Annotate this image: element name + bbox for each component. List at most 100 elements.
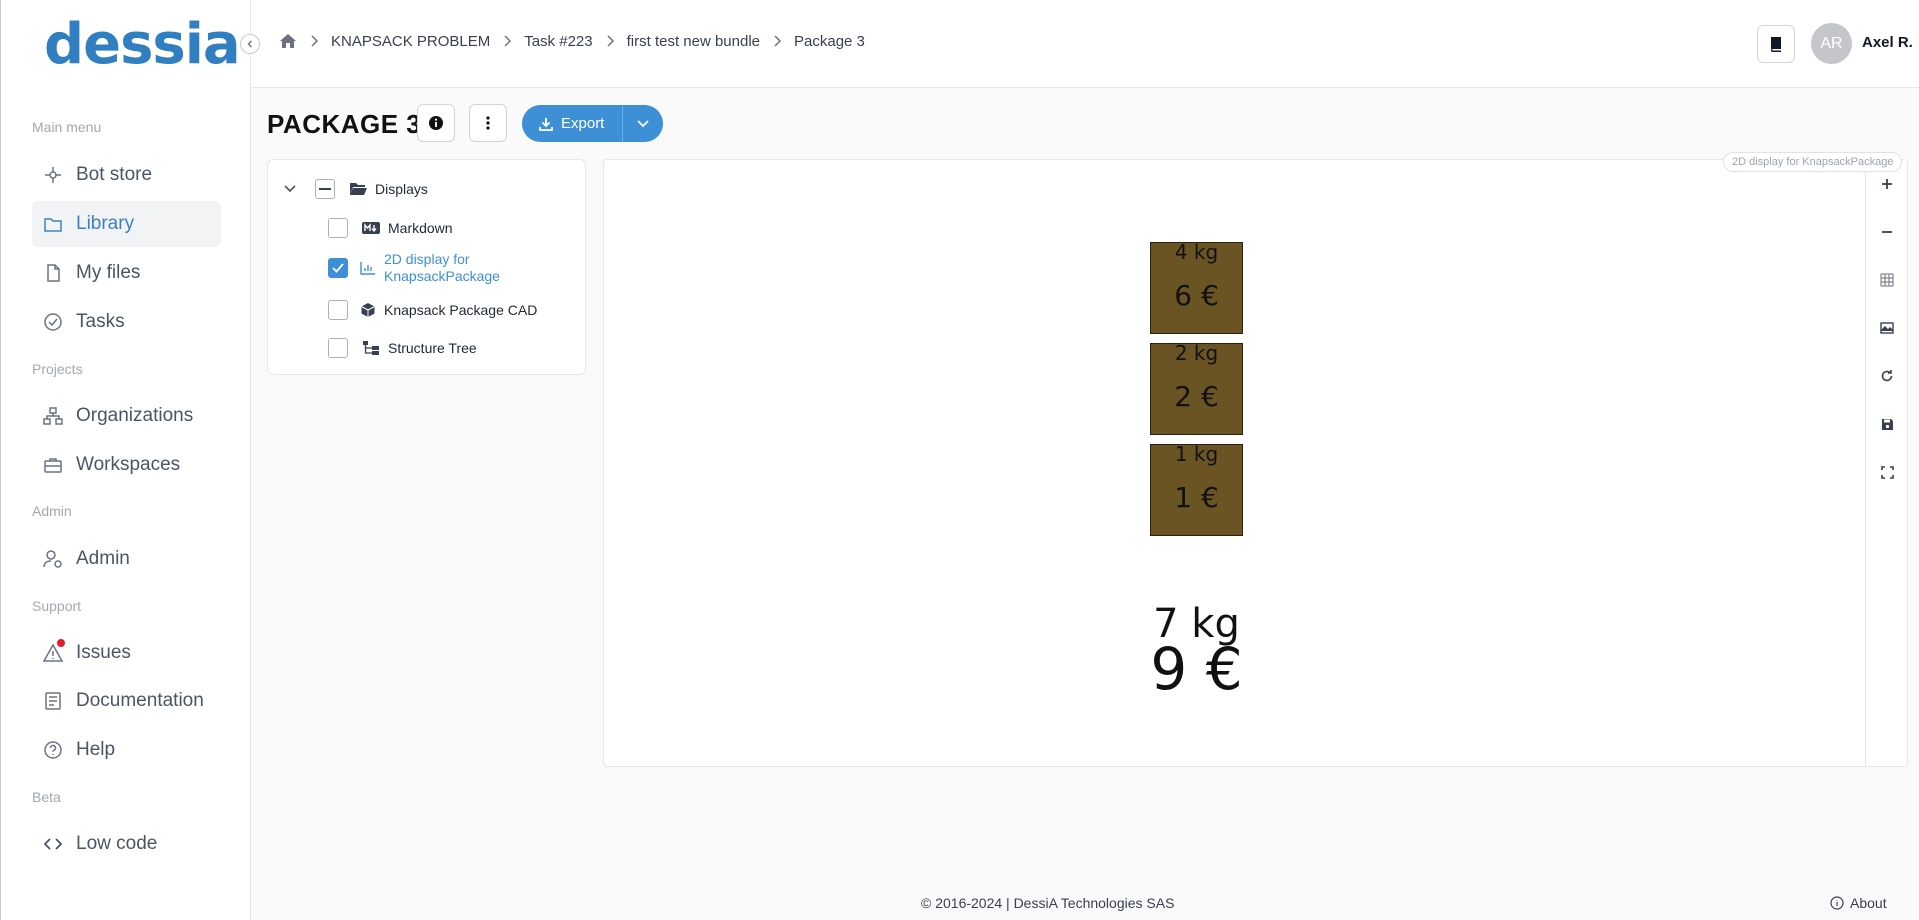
sidebar-item-help[interactable]: Help bbox=[32, 727, 221, 773]
tree-root-label: Displays bbox=[375, 181, 428, 197]
2d-display-canvas[interactable]: 4 kg 6 € 2 kg 2 € 1 kg 1 € 7 kg 9 € bbox=[603, 159, 1908, 767]
cad-checkbox[interactable] bbox=[328, 300, 348, 320]
more-vertical-icon bbox=[486, 116, 490, 130]
info-button[interactable] bbox=[417, 104, 455, 142]
sidebar-item-label: Tasks bbox=[76, 311, 125, 332]
sidebar-item-label: Bot store bbox=[76, 164, 153, 185]
breadcrumb-item[interactable]: Task #223 bbox=[524, 33, 592, 50]
code-icon bbox=[43, 834, 63, 854]
chevron-right-icon bbox=[605, 34, 615, 48]
sidebar-item-library[interactable]: Library bbox=[32, 201, 221, 247]
breadcrumb-item[interactable]: KNAPSACK PROBLEM bbox=[331, 33, 490, 50]
breadcrumb: KNAPSACK PROBLEM Task #223 first test ne… bbox=[279, 32, 865, 50]
fullscreen-icon[interactable] bbox=[1876, 461, 1898, 483]
reset-icon[interactable] bbox=[1876, 365, 1898, 387]
export-main-action[interactable]: Export bbox=[522, 105, 622, 142]
2d-display-checkbox[interactable] bbox=[328, 258, 348, 278]
knapsack-item-box[interactable]: 2 kg 2 € bbox=[1150, 341, 1243, 435]
section-projects: Projects bbox=[32, 361, 83, 377]
chart-icon bbox=[360, 261, 376, 275]
sidebar-item-label: Low code bbox=[76, 833, 158, 854]
sidebar-item-organizations[interactable]: Organizations bbox=[32, 393, 221, 439]
organization-icon bbox=[43, 406, 63, 426]
sidebar-item-documentation[interactable]: Documentation bbox=[32, 678, 221, 724]
sidebar-item-label: My files bbox=[76, 262, 141, 283]
collapse-sidebar-button[interactable] bbox=[240, 34, 260, 54]
export-button[interactable]: Export bbox=[522, 105, 663, 142]
sidebar-item-my-files[interactable]: My files bbox=[32, 250, 221, 296]
check-circle-icon bbox=[43, 312, 63, 332]
minus-icon bbox=[319, 188, 331, 190]
markdown-checkbox[interactable] bbox=[328, 218, 348, 238]
notification-dot bbox=[57, 639, 65, 647]
grid-icon[interactable] bbox=[1876, 269, 1898, 291]
about-link[interactable]: About bbox=[1830, 895, 1887, 911]
zoom-out-icon[interactable] bbox=[1876, 221, 1898, 243]
check-icon bbox=[332, 263, 344, 273]
dessia-logo[interactable]: dessia bbox=[44, 14, 241, 76]
tree-item-label: 2D display for KnapsackPackage bbox=[384, 251, 500, 284]
sidebar-item-issues[interactable]: Issues bbox=[32, 630, 221, 676]
save-icon[interactable] bbox=[1876, 413, 1898, 435]
more-options-button[interactable] bbox=[469, 104, 507, 142]
folder-open-icon bbox=[349, 182, 367, 196]
knapsack-item-box[interactable]: 1 kg 1 € bbox=[1150, 442, 1243, 536]
briefcase-icon bbox=[43, 455, 63, 475]
section-admin: Admin bbox=[32, 503, 72, 519]
sidebar-item-admin[interactable]: Admin bbox=[32, 536, 221, 582]
info-circle-icon bbox=[1830, 896, 1844, 910]
sidebar-item-label: Help bbox=[76, 739, 116, 760]
item-price: 1 € bbox=[1174, 481, 1219, 514]
tree-item-label: Markdown bbox=[388, 220, 453, 236]
cube-icon bbox=[360, 302, 376, 318]
structure-tree-icon bbox=[362, 340, 380, 356]
section-main-menu: Main menu bbox=[32, 119, 102, 135]
sidebar-item-low-code[interactable]: Low code bbox=[32, 821, 221, 867]
book-icon bbox=[1771, 37, 1781, 52]
zoom-in-icon[interactable] bbox=[1876, 173, 1898, 195]
tree-item-label: Structure Tree bbox=[388, 340, 477, 356]
user-name[interactable]: Axel R. bbox=[1862, 34, 1913, 51]
section-support: Support bbox=[32, 598, 82, 614]
sidebar-item-label: Admin bbox=[76, 548, 130, 569]
canvas-display-tag: 2D display for KnapsackPackage bbox=[1723, 152, 1903, 172]
sidebar-item-label: Library bbox=[76, 213, 135, 234]
export-dropdown-toggle[interactable] bbox=[622, 105, 663, 142]
info-icon bbox=[429, 116, 443, 130]
folder-icon bbox=[43, 214, 63, 234]
markdown-icon bbox=[362, 222, 380, 234]
sidebar-item-label: Issues bbox=[76, 642, 131, 663]
breadcrumb-item[interactable]: first test new bundle bbox=[627, 33, 760, 50]
chevron-down-icon[interactable] bbox=[283, 184, 301, 194]
tree-item-cad[interactable]: Knapsack Package CAD bbox=[328, 300, 537, 320]
tree-item-label: Knapsack Package CAD bbox=[384, 302, 538, 318]
breadcrumb-current: Package 3 bbox=[794, 32, 865, 50]
user-gear-icon bbox=[43, 549, 63, 569]
home-icon[interactable] bbox=[279, 32, 297, 50]
tree-item-markdown[interactable]: Markdown bbox=[328, 218, 453, 238]
item-weight: 1 kg bbox=[1174, 442, 1219, 466]
total-price: 9 € bbox=[1150, 635, 1243, 703]
sidebar-item-tasks[interactable]: Tasks bbox=[32, 299, 221, 345]
structure-tree-checkbox[interactable] bbox=[328, 338, 348, 358]
top-header: KNAPSACK PROBLEM Task #223 first test ne… bbox=[251, 0, 1919, 88]
image-icon[interactable] bbox=[1876, 317, 1898, 339]
tree-root-displays[interactable]: Displays bbox=[283, 179, 428, 199]
footer-copyright: © 2016-2024 | DessiA Technologies SAS bbox=[921, 895, 1175, 911]
displays-checkbox-partial[interactable] bbox=[315, 179, 335, 199]
sidebar-item-workspaces[interactable]: Workspaces bbox=[32, 442, 221, 488]
sidebar-item-label: Workspaces bbox=[76, 454, 181, 475]
chevron-right-icon bbox=[502, 34, 512, 48]
tree-item-2d-display[interactable]: 2D display for KnapsackPackage bbox=[328, 251, 519, 285]
item-price: 2 € bbox=[1174, 380, 1219, 413]
knapsack-item-box[interactable]: 4 kg 6 € bbox=[1150, 240, 1243, 334]
book-button[interactable] bbox=[1757, 25, 1795, 63]
item-weight: 4 kg bbox=[1174, 240, 1219, 264]
document-icon bbox=[43, 691, 63, 711]
item-weight: 2 kg bbox=[1174, 341, 1219, 365]
avatar[interactable]: AR bbox=[1811, 23, 1852, 64]
page-title: PACKAGE 3 bbox=[267, 109, 422, 139]
tree-item-structure-tree[interactable]: Structure Tree bbox=[328, 338, 477, 358]
sidebar-item-bot-store[interactable]: Bot store bbox=[32, 152, 221, 198]
canvas-toolbar bbox=[1865, 160, 1907, 766]
